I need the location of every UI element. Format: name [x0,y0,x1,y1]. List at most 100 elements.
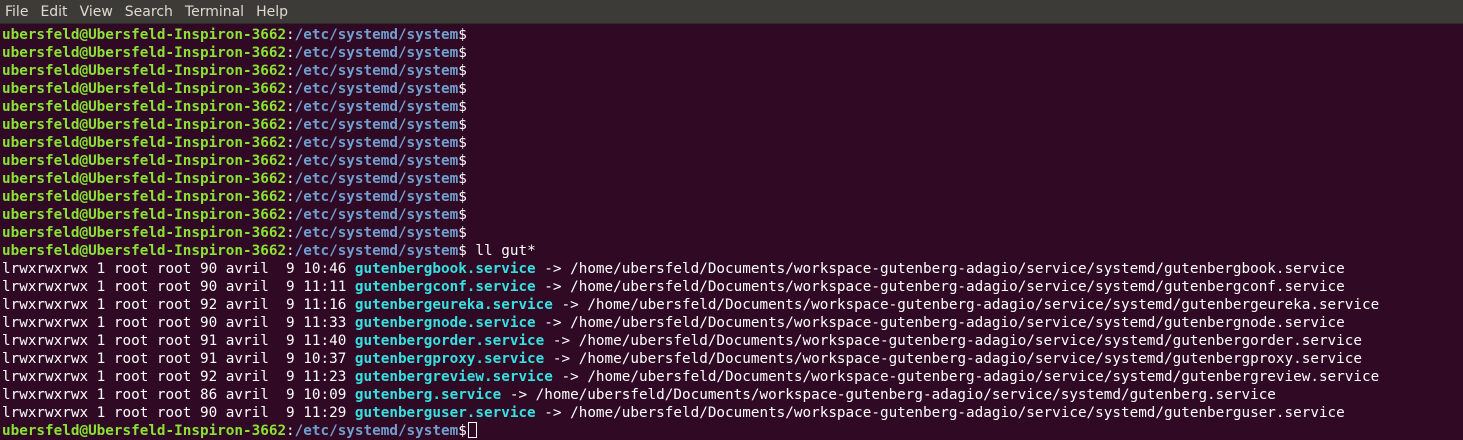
file-meta: lrwxrwxrwx 1 root root 92 avril 9 11:16 [2,297,355,313]
command-text: ll gut* [466,243,536,259]
prompt-path: /etc/systemd/system [294,189,459,205]
prompt-line: ubersfeld@Ubersfeld-Inspiron-3662:/etc/s… [2,44,1463,62]
prompt-line: ubersfeld@Ubersfeld-Inspiron-3662:/etc/s… [2,98,1463,116]
prompt-dollar: $ [458,117,467,133]
prompt-user-host: ubersfeld@Ubersfeld-Inspiron-3662 [2,153,287,169]
menu-bar: File Edit View Search Terminal Help [0,0,1463,24]
prompt-user-host: ubersfeld@Ubersfeld-Inspiron-3662 [2,423,287,439]
prompt-colon: : [286,171,295,187]
symlink-name[interactable]: gutenbergeureka.service [355,297,553,313]
prompt-dollar: $ [458,207,467,223]
prompt-line: ubersfeld@Ubersfeld-Inspiron-3662:/etc/s… [2,80,1463,98]
menu-view[interactable]: View [74,0,119,24]
prompt-path: /etc/systemd/system [294,81,459,97]
prompt-dollar: $ [458,45,467,61]
prompt-colon: : [286,225,295,241]
symlink-target: -> /home/ubersfeld/Documents/workspace-g… [535,279,1345,295]
symlink-target: -> /home/ubersfeld/Documents/workspace-g… [535,405,1345,421]
prompt-dollar: $ [458,243,467,259]
prompt-user-host: ubersfeld@Ubersfeld-Inspiron-3662 [2,81,287,97]
listing-row: lrwxrwxrwx 1 root root 90 avril 9 11:33 … [2,314,1463,332]
symlink-name[interactable]: gutenbergproxy.service [355,351,544,367]
prompt-colon: : [286,117,295,133]
prompt-line: ubersfeld@Ubersfeld-Inspiron-3662:/etc/s… [2,224,1463,242]
menu-edit[interactable]: Edit [34,0,73,24]
file-meta: lrwxrwxrwx 1 root root 91 avril 9 10:37 [2,351,355,367]
prompt-user-host: ubersfeld@Ubersfeld-Inspiron-3662 [2,45,287,61]
file-meta: lrwxrwxrwx 1 root root 90 avril 9 11:29 [2,405,355,421]
prompt-line: ubersfeld@Ubersfeld-Inspiron-3662:/etc/s… [2,206,1463,224]
prompt-colon: : [286,135,295,151]
menu-search[interactable]: Search [119,0,179,24]
prompt-line: ubersfeld@Ubersfeld-Inspiron-3662:/etc/s… [2,422,1463,440]
prompt-path: /etc/systemd/system [294,423,459,439]
listing-row: lrwxrwxrwx 1 root root 92 avril 9 11:16 … [2,296,1463,314]
prompt-colon: : [286,99,295,115]
prompt-colon: : [286,189,295,205]
prompt-path: /etc/systemd/system [294,99,459,115]
prompt-dollar: $ [458,171,467,187]
prompt-user-host: ubersfeld@Ubersfeld-Inspiron-3662 [2,117,287,133]
prompt-line: ubersfeld@Ubersfeld-Inspiron-3662:/etc/s… [2,152,1463,170]
menu-terminal[interactable]: Terminal [179,0,250,24]
menu-file[interactable]: File [0,0,34,24]
prompt-user-host: ubersfeld@Ubersfeld-Inspiron-3662 [2,63,287,79]
prompt-colon: : [286,81,295,97]
prompt-path: /etc/systemd/system [294,117,459,133]
symlink-target: -> /home/ubersfeld/Documents/workspace-g… [552,369,1380,385]
symlink-name[interactable]: gutenberg.service [355,387,501,403]
prompt-path: /etc/systemd/system [294,243,459,259]
prompt-dollar: $ [458,189,467,205]
prompt-line: ubersfeld@Ubersfeld-Inspiron-3662:/etc/s… [2,170,1463,188]
symlink-target: -> /home/ubersfeld/Documents/workspace-g… [535,315,1345,331]
prompt-path: /etc/systemd/system [294,45,459,61]
prompt-path: /etc/systemd/system [294,153,459,169]
listing-row: lrwxrwxrwx 1 root root 90 avril 9 11:11 … [2,278,1463,296]
prompt-dollar: $ [458,423,467,439]
symlink-name[interactable]: gutenbergreview.service [355,369,553,385]
symlink-target: -> /home/ubersfeld/Documents/workspace-g… [544,333,1362,349]
prompt-colon: : [286,45,295,61]
listing-row: lrwxrwxrwx 1 root root 92 avril 9 11:23 … [2,368,1463,386]
file-meta: lrwxrwxrwx 1 root root 90 avril 9 11:33 [2,315,355,331]
terminal-output[interactable]: ubersfeld@Ubersfeld-Inspiron-3662:/etc/s… [2,26,1463,440]
listing-row: lrwxrwxrwx 1 root root 91 avril 9 10:37 … [2,350,1463,368]
symlink-name[interactable]: gutenberguser.service [355,405,536,421]
terminal-window: File Edit View Search Terminal Help uber… [0,0,1463,440]
prompt-dollar: $ [458,81,467,97]
file-meta: lrwxrwxrwx 1 root root 91 avril 9 11:40 [2,333,355,349]
symlink-name[interactable]: gutenbergconf.service [355,279,536,295]
file-meta: lrwxrwxrwx 1 root root 90 avril 9 10:46 [2,261,355,277]
prompt-line: ubersfeld@Ubersfeld-Inspiron-3662:/etc/s… [2,62,1463,80]
prompt-user-host: ubersfeld@Ubersfeld-Inspiron-3662 [2,27,287,43]
symlink-target: -> /home/ubersfeld/Documents/workspace-g… [501,387,1276,403]
symlink-target: -> /home/ubersfeld/Documents/workspace-g… [544,351,1362,367]
symlink-target: -> /home/ubersfeld/Documents/workspace-g… [552,297,1380,313]
prompt-dollar: $ [458,225,467,241]
symlink-name[interactable]: gutenbergbook.service [355,261,536,277]
symlink-name[interactable]: gutenbergnode.service [355,315,536,331]
menu-help[interactable]: Help [250,0,294,24]
prompt-colon: : [286,153,295,169]
listing-row: lrwxrwxrwx 1 root root 86 avril 9 10:09 … [2,386,1463,404]
file-meta: lrwxrwxrwx 1 root root 92 avril 9 11:23 [2,369,355,385]
prompt-line: ubersfeld@Ubersfeld-Inspiron-3662:/etc/s… [2,188,1463,206]
prompt-path: /etc/systemd/system [294,225,459,241]
prompt-line: ubersfeld@Ubersfeld-Inspiron-3662:/etc/s… [2,134,1463,152]
prompt-dollar: $ [458,135,467,151]
prompt-dollar: $ [458,63,467,79]
prompt-user-host: ubersfeld@Ubersfeld-Inspiron-3662 [2,207,287,223]
prompt-line: ubersfeld@Ubersfeld-Inspiron-3662:/etc/s… [2,26,1463,44]
file-meta: lrwxrwxrwx 1 root root 90 avril 9 11:11 [2,279,355,295]
prompt-user-host: ubersfeld@Ubersfeld-Inspiron-3662 [2,243,287,259]
prompt-dollar: $ [458,99,467,115]
prompt-line: ubersfeld@Ubersfeld-Inspiron-3662:/etc/s… [2,116,1463,134]
prompt-dollar: $ [458,27,467,43]
prompt-path: /etc/systemd/system [294,63,459,79]
prompt-dollar: $ [458,153,467,169]
symlink-name[interactable]: gutenbergorder.service [355,333,544,349]
prompt-path: /etc/systemd/system [294,135,459,151]
prompt-user-host: ubersfeld@Ubersfeld-Inspiron-3662 [2,171,287,187]
terminal-cursor[interactable] [467,422,477,438]
prompt-user-host: ubersfeld@Ubersfeld-Inspiron-3662 [2,99,287,115]
